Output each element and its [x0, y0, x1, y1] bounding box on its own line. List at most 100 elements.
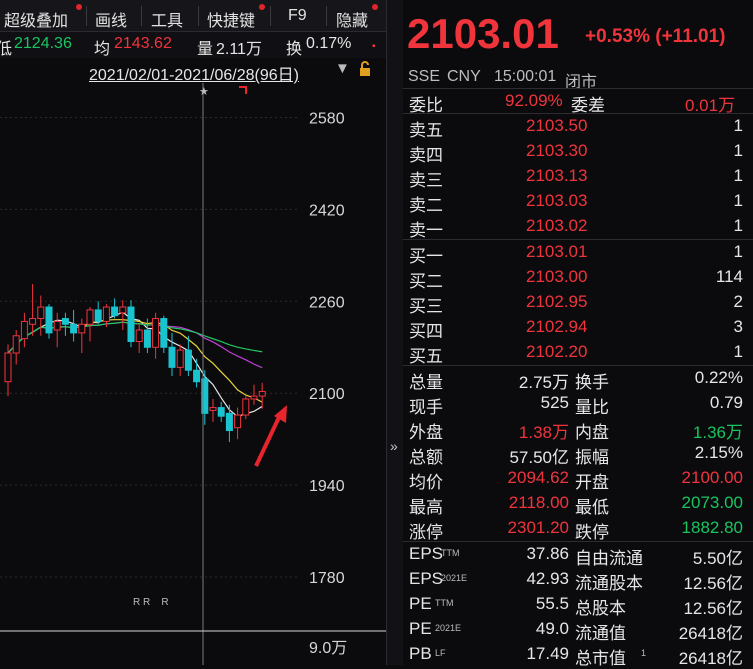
kline-chart[interactable]: 2580 2420 2260 2100 1940 1780 ★ R R R 9.0万 [0, 83, 386, 665]
level-label: 卖二 [409, 196, 443, 215]
expand-icon[interactable]: » [390, 438, 398, 454]
metric-value: 0.79 [709, 393, 743, 412]
candle-body [160, 318, 168, 348]
ask-row[interactable]: 卖五 2103.50 1 [409, 114, 749, 140]
quote-panel: 2103.01 +0.53% (+11.01) SSE CNY 15:00:01… [403, 0, 753, 668]
fund-value: 12.56亿 [683, 574, 743, 593]
metric-value: 1.38万 [518, 423, 569, 442]
candle-body [234, 414, 242, 429]
dropdown-triangle-icon[interactable]: ▼ [335, 60, 350, 77]
turnover-label: 换 [286, 41, 303, 58]
rights-markers: R R R [133, 597, 169, 608]
turnover-value: 0.17% [306, 35, 352, 52]
toolbar-draw-line[interactable]: 画线 [95, 7, 127, 31]
level-label: 买一 [409, 247, 443, 266]
metric-row: 涨停 2301.20 跌停 1882.80 [409, 516, 749, 542]
candle-body [168, 346, 176, 368]
stats-row: 低 2124.36 均 2143.62 量 2.11万 换 0.17% ▪ [0, 32, 386, 58]
level-price: 2103.03 [526, 191, 588, 210]
last-price: 2103.01 [407, 10, 559, 57]
candle-body [127, 306, 135, 343]
metric-label: 涨停 [409, 523, 443, 542]
candles [4, 284, 266, 443]
level-label: 买五 [409, 347, 443, 366]
more-icon[interactable]: ▪ [372, 41, 376, 52]
fund-value: 49.0 [535, 619, 569, 638]
bid-row[interactable]: 买四 2102.94 3 [409, 315, 749, 341]
level-label: 卖三 [409, 171, 443, 190]
metric-label: 跌停 [575, 523, 609, 542]
candle-body [78, 323, 86, 334]
date-range[interactable]: 2021/02/01-2021/06/28(96日) [89, 61, 299, 85]
level-qty: 1 [733, 242, 743, 261]
metric-value: 2094.62 [507, 468, 569, 487]
notification-dot [259, 4, 265, 10]
bid-row[interactable]: 买三 2102.95 2 [409, 290, 749, 316]
metric-label: 振幅 [575, 448, 609, 467]
star-marker-icon: ★ [199, 86, 209, 98]
fund-label: 自由流通 [575, 549, 643, 568]
quote-time: 15:00:01 [494, 68, 557, 85]
fund-label: 流通值 [575, 624, 626, 643]
fund-label: PE [409, 619, 432, 638]
y-tick-label: 2260 [309, 294, 345, 311]
ask-row[interactable]: 卖一 2103.02 1 [409, 214, 749, 240]
toolbar-separator [86, 6, 87, 26]
toolbar-hide[interactable]: 隐藏 [336, 7, 368, 31]
bid-row[interactable]: 买一 2103.01 1 [409, 240, 749, 266]
toolbar-shortcuts[interactable]: 快捷键 [207, 7, 255, 31]
fund-label: 流通股本 [575, 574, 643, 593]
bid-row[interactable]: 买二 2103.00 114 [409, 265, 749, 291]
fund-value: 37.86 [526, 544, 569, 563]
metric-row: 总量 2.75万 换手 0.22% [409, 366, 749, 392]
corner-marker-icon [239, 86, 247, 94]
lock-icon[interactable] [358, 61, 372, 82]
toolbar-tools[interactable]: 工具 [151, 7, 183, 31]
fundamental-row: PB LF 17.49 总市值 1 26418亿 [409, 642, 749, 668]
volume-value: 2.11万 [216, 41, 262, 58]
fund-label: EPS [409, 569, 444, 588]
ask-row[interactable]: 卖三 2103.13 1 [409, 164, 749, 190]
level-price: 2102.20 [526, 342, 588, 361]
currency: CNY [447, 68, 481, 85]
volume-tick: 9.0万 [309, 640, 347, 657]
notification-dot [372, 4, 378, 10]
candle-body [4, 352, 12, 383]
panel-divider[interactable]: » [386, 0, 404, 665]
toolbar: 超级叠加 画线 工具 快捷键 F9 隐藏 [0, 0, 386, 32]
level-qty: 3 [733, 317, 743, 336]
fund-label: 总市值 [575, 649, 626, 668]
candle-body [242, 398, 250, 416]
avg-value: 2143.62 [114, 35, 172, 52]
ask-row[interactable]: 卖四 2103.30 1 [409, 139, 749, 165]
toolbar-separator [198, 6, 199, 26]
toolbar-f9[interactable]: F9 [288, 7, 307, 25]
metric-label: 换手 [575, 373, 609, 392]
level-qty: 2 [733, 292, 743, 311]
level-label: 卖四 [409, 146, 443, 165]
volume-label: 量 [197, 41, 214, 58]
toolbar-super-overlay[interactable]: 超级叠加 [4, 7, 68, 31]
level-qty: 114 [715, 267, 743, 286]
candle-body [29, 318, 37, 325]
metric-value: 2301.20 [507, 518, 569, 537]
candle-body [86, 309, 94, 325]
fund-value: 26418亿 [678, 624, 743, 643]
metric-row: 总额 57.50亿 振幅 2.15% [409, 441, 749, 467]
fundamental-row: PE TTM 55.5 总股本 12.56亿 [409, 592, 749, 618]
fund-sub: 1 [641, 648, 647, 658]
level-qty: 1 [733, 342, 743, 361]
ask-row[interactable]: 卖二 2103.03 1 [409, 189, 749, 215]
bid-row[interactable]: 买五 2102.20 1 [409, 340, 749, 366]
fund-sub: TTM [441, 548, 460, 558]
level-price: 2103.02 [526, 216, 588, 235]
y-tick-label: 1780 [309, 570, 345, 587]
metric-value: 2073.00 [681, 493, 743, 512]
fundamental-row: PE 2021E 49.0 流通值 26418亿 [409, 617, 749, 643]
metric-label: 总额 [409, 448, 443, 467]
candle-body [225, 412, 233, 432]
metric-label: 总量 [409, 373, 443, 392]
level-price: 2102.95 [526, 292, 588, 311]
fund-label: EPS [409, 544, 444, 563]
metric-value: 1882.80 [681, 518, 743, 537]
